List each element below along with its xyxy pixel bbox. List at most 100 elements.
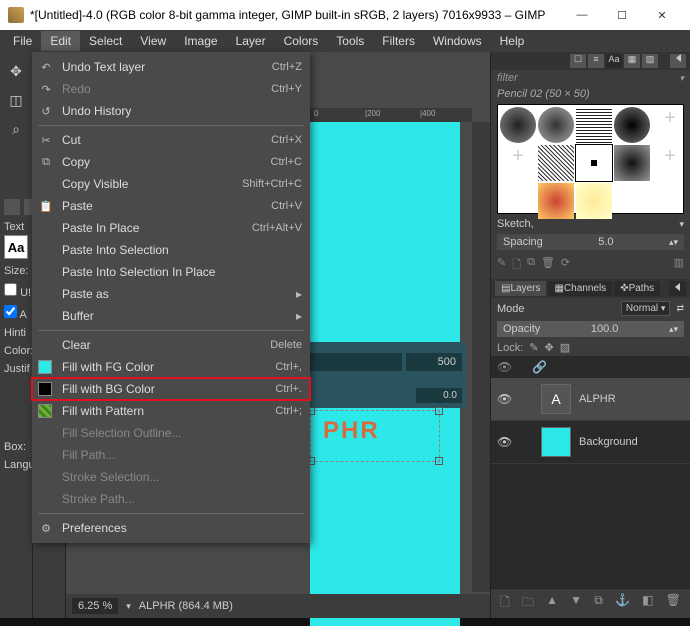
chevron-down-icon[interactable]: ▾ [679,73,684,84]
opacity-slider[interactable]: Opacity 100.0 ▴▾ [497,321,684,337]
handle-icon[interactable] [435,457,443,465]
duplicate-layer-icon[interactable]: ⧉ [594,593,603,614]
duplicate-brush-icon[interactable]: ⧉ [527,256,535,275]
tab-paths[interactable]: ✜Paths [614,281,660,296]
zoom-field[interactable]: 6.25 % [72,598,118,614]
raise-layer-icon[interactable]: ▲ [546,593,558,614]
menu-paste[interactable]: 📋PasteCtrl+V [32,195,310,217]
kerning-field[interactable]: 0.0 [416,388,462,403]
tab-layers[interactable]: ▤Layers [495,281,546,296]
menu-buffer[interactable]: Buffer▸ [32,305,310,327]
menu-help[interactable]: Help [491,31,534,51]
scrollbar-vertical[interactable] [472,122,490,592]
brush-filter-input[interactable]: filter [497,72,518,84]
layer-item-alphr[interactable]: 👁 A ALPHR [491,378,690,421]
menu-stroke-path[interactable]: Stroke Path... [32,488,310,510]
brush-thumb[interactable] [614,107,650,143]
antialias-checkbox[interactable] [4,305,17,318]
font-size-field[interactable]: 500 [406,353,462,371]
tab-gradients-icon[interactable]: ≡ [588,54,604,68]
use-editor-checkbox[interactable] [4,283,17,296]
delete-brush-icon[interactable]: 🗑 [541,256,555,275]
tab-brushes-icon[interactable]: ▨ [642,54,658,68]
lower-layer-icon[interactable]: ▼ [570,593,582,614]
menu-paste-into-selection-in-place[interactable]: Paste Into Selection In Place [32,261,310,283]
refresh-brush-icon[interactable]: ⟳ [561,256,570,275]
lock-alpha-icon[interactable]: ▨ [560,341,570,354]
menu-windows[interactable]: Windows [424,31,491,51]
brush-thumb[interactable] [576,183,612,219]
delete-layer-icon[interactable]: 🗑 [666,593,681,614]
eye-icon[interactable]: 👁 [497,435,511,449]
close-button[interactable]: ✕ [642,0,682,30]
menu-stroke-selection[interactable]: Stroke Selection... [32,466,310,488]
lock-pixels-icon[interactable]: ✎ [529,341,538,354]
chevron-down-icon[interactable]: ▾ [126,601,131,612]
menu-copy[interactable]: ⧉CopyCtrl+C [32,151,310,173]
new-layer-icon[interactable]: 🗋 [500,593,510,614]
menu-select[interactable]: Select [80,31,131,51]
layer-item-background[interactable]: 👁 Background [491,421,690,464]
new-brush-icon[interactable]: 🗋 [512,256,521,275]
open-as-image-icon[interactable]: ▥ [674,256,684,275]
menu-copy-visible[interactable]: Copy VisibleShift+Ctrl+C [32,173,310,195]
menu-cut[interactable]: ✂CutCtrl+X [32,129,310,151]
menu-edit[interactable]: Edit [41,31,80,51]
menu-paste-in-place[interactable]: Paste In PlaceCtrl+Alt+V [32,217,310,239]
brush-add-icon[interactable]: + [500,145,536,181]
menu-colors[interactable]: Colors [275,31,328,51]
mode-switch-icon[interactable]: ⇄ [676,303,684,314]
menu-clear[interactable]: ClearDelete [32,334,310,356]
menu-fill-fg[interactable]: Fill with FG ColorCtrl+, [32,356,310,378]
lock-position-icon[interactable]: ✥ [545,341,554,354]
brush-thumb[interactable] [538,145,574,181]
brush-grid[interactable]: + + + [497,104,684,214]
menu-filters[interactable]: Filters [373,31,424,51]
menu-paste-as[interactable]: Paste as▸ [32,283,310,305]
eye-icon[interactable]: 👁 [497,392,511,406]
brush-category[interactable]: Sketch, [497,218,534,230]
handle-icon[interactable] [435,407,443,415]
font-preview[interactable]: Aa [4,235,28,259]
tab-fonts-icon[interactable]: Aa [606,54,622,68]
layer-name[interactable]: Background [579,436,638,448]
brush-thumb[interactable] [500,107,536,143]
brush-thumb[interactable] [614,145,650,181]
layer-group-icon[interactable]: 🗀 [522,593,534,614]
brush-thumb-selected[interactable] [576,145,612,181]
menu-file[interactable]: File [4,31,41,51]
maximize-button[interactable]: ☐ [602,0,642,30]
menu-tools[interactable]: Tools [327,31,373,51]
layer-name[interactable]: ALPHR [579,393,616,405]
dock-menu-icon[interactable] [670,54,686,68]
menu-image[interactable]: Image [175,31,226,51]
merge-layer-icon[interactable]: ⚓ [615,593,630,614]
spacing-slider[interactable]: Spacing 5.0 ▴▾ [497,234,684,250]
tab-history-icon[interactable]: ▦ [624,54,640,68]
menu-fill-bg[interactable]: Fill with BG ColorCtrl+. [32,378,310,400]
brush-thumb[interactable] [576,107,612,143]
dock-menu-icon[interactable] [669,281,686,296]
menu-redo[interactable]: ↷RedoCtrl+Y [32,78,310,100]
tab-patterns-icon[interactable]: ☐ [570,54,586,68]
minimize-button[interactable]: — [562,0,602,30]
menu-fill-path[interactable]: Fill Path... [32,444,310,466]
text-tool-icon[interactable]: ⌕ [2,115,30,143]
menu-layer[interactable]: Layer [227,31,275,51]
menu-preferences[interactable]: ⚙Preferences [32,517,310,539]
menu-paste-into-selection[interactable]: Paste Into Selection [32,239,310,261]
edit-brush-icon[interactable]: ✎ [497,256,506,275]
mode-select[interactable]: Normal ▾ [621,301,671,316]
tab-channels[interactable]: ▦Channels [548,281,612,296]
brush-thumb[interactable] [538,107,574,143]
brush-add-icon[interactable]: + [652,145,688,181]
mask-layer-icon[interactable]: ◧ [642,593,653,614]
menu-fill-selection-outline[interactable]: Fill Selection Outline... [32,422,310,444]
chevron-down-icon[interactable]: ▾ [679,219,684,230]
menu-undo-history[interactable]: ↺Undo History [32,100,310,122]
text-content[interactable]: PHR [311,411,439,445]
crop-tool-icon[interactable]: ◫ [2,86,30,114]
opacity-stepper-icon[interactable]: ▴▾ [669,324,678,335]
menu-view[interactable]: View [131,31,175,51]
brush-add-icon[interactable]: + [652,107,688,143]
